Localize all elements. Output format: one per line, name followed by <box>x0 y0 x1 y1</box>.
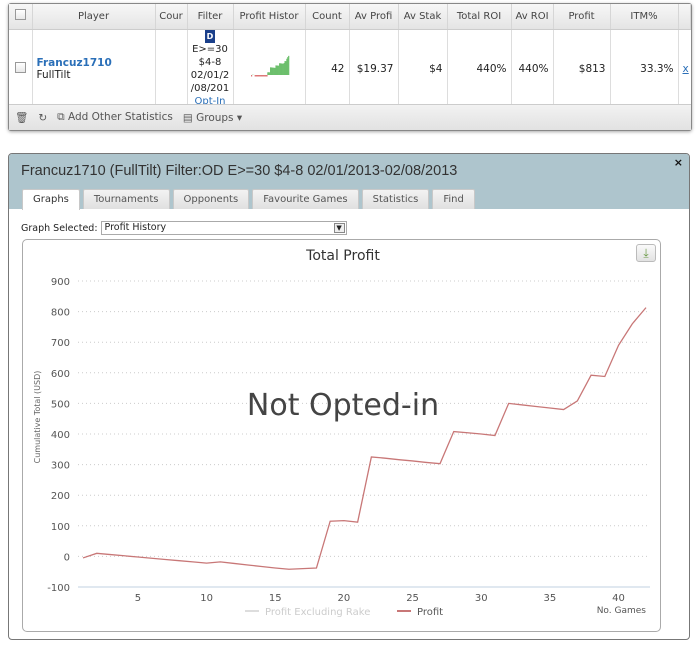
legend-label: Profit <box>417 607 443 618</box>
tab-find[interactable]: Find <box>432 189 475 209</box>
y-tick-label: 300 <box>51 461 70 472</box>
sparkline-bar <box>266 75 268 77</box>
legend-label: Profit Excluding Rake <box>265 607 370 618</box>
x-tick-label: 15 <box>269 593 282 604</box>
col-count[interactable]: Count <box>305 4 350 30</box>
panel-title: Francuz1710 (FullTilt) Filter:OD E>=30 $… <box>21 163 458 179</box>
col-profit[interactable]: Profit <box>553 4 611 30</box>
col-av-stake[interactable]: Av Stak <box>398 4 448 30</box>
x-tick-label: 35 <box>544 593 557 604</box>
filter-line: /08/201 <box>190 82 230 94</box>
x-tick-label: 10 <box>200 593 213 604</box>
caret-down-icon: ▾ <box>236 111 243 124</box>
row-checkbox[interactable] <box>9 29 33 108</box>
profit-chart: Total Profit -100 0 100 200 300 400 500 600 700 8… <box>33 248 650 618</box>
refresh-icon[interactable]: ↻ <box>38 112 47 124</box>
not-opted-in-overlay: Not Opted-in <box>247 388 439 423</box>
total-roi-cell: 440% <box>447 29 512 108</box>
col-profit-history[interactable]: Profit Histor <box>233 4 306 30</box>
graph-select[interactable]: Profit History ▼ <box>100 221 347 235</box>
y-tick-label: 900 <box>51 277 70 288</box>
y-axis-label: Cumulative Total (USD) <box>33 371 42 464</box>
av-profit-cell: $19.37 <box>349 29 399 108</box>
player-detail-panel: Francuz1710 (FullTilt) Filter:OD E>=30 $… <box>8 153 690 640</box>
y-tick-label: 600 <box>51 369 70 380</box>
profit-cell: $813 <box>553 29 611 108</box>
select-all-checkbox[interactable] <box>9 4 33 30</box>
y-tick-label: 800 <box>51 308 70 319</box>
remove-row-link[interactable]: x <box>683 63 689 75</box>
download-icon[interactable]: ⤓ <box>636 244 656 262</box>
trash-icon[interactable]: 🗑 <box>15 111 28 124</box>
y-tick-label: 500 <box>51 399 70 410</box>
groups-label: Groups <box>196 111 234 124</box>
filter-line: E>=30 <box>192 43 228 55</box>
close-icon[interactable]: × <box>674 156 683 169</box>
sparkline-bar <box>251 75 253 77</box>
series-line-profit <box>82 307 647 570</box>
y-tick-label: 100 <box>51 522 70 533</box>
chart-container: ⤓ Total Profit -100 0 100 200 300 400 500 600 70… <box>22 239 661 632</box>
y-tick-label: 400 <box>51 430 70 441</box>
col-itm[interactable]: ITM% <box>610 4 679 30</box>
sparkline-bar <box>288 55 290 75</box>
legend-item-profit[interactable]: Profit <box>397 607 443 618</box>
col-player[interactable]: Player <box>32 4 156 30</box>
av-roi-cell: 440% <box>511 29 554 108</box>
columns-icon: ⧉ <box>57 111 65 123</box>
tab-opponents[interactable]: Opponents <box>172 189 250 209</box>
filter-badge[interactable]: D <box>204 29 216 43</box>
col-av-roi[interactable]: Av ROI <box>511 4 554 30</box>
x-tick-label: 5 <box>135 593 141 604</box>
x-axis-label: No. Games <box>597 606 647 616</box>
tab-tournaments[interactable]: Tournaments <box>82 189 170 209</box>
graph-selected-label: Graph Selected: <box>21 222 98 234</box>
add-statistics-button[interactable]: ⧉ Add Other Statistics <box>57 111 173 124</box>
col-av-profit[interactable]: Av Profi <box>349 4 399 30</box>
filter-line: 02/01/2 <box>190 69 230 81</box>
add-statistics-label: Add Other Statistics <box>68 111 173 123</box>
itm-cell: 33.3% <box>610 29 679 108</box>
x-tick-label: 20 <box>338 593 351 604</box>
dropdown-arrow-icon[interactable]: ▼ <box>333 223 345 233</box>
tab-favourite-games[interactable]: Favourite Games <box>252 189 359 209</box>
y-tick-label: 700 <box>51 338 70 349</box>
table-row: Francuz1710 FullTilt D E>=30 $4-8 02/01/2… <box>9 29 691 108</box>
x-tick-label: 40 <box>612 593 625 604</box>
tab-statistics[interactable]: Statistics <box>361 189 430 209</box>
y-tick-label: 200 <box>51 491 70 502</box>
col-total-roi[interactable]: Total ROI <box>447 4 512 30</box>
player-grid: Player Cour Filter Profit Histor Count A… <box>8 3 692 131</box>
x-tick-label: 30 <box>475 593 488 604</box>
profit-sparkline <box>233 29 306 108</box>
tab-graphs[interactable]: Graphs <box>22 189 80 210</box>
grid-toolbar: 🗑 ↻ ⧉ Add Other Statistics ▤ Groups ▾ <box>9 104 691 130</box>
graph-select-value: Profit History <box>104 222 167 233</box>
col-actions <box>678 4 691 30</box>
panel-tabs: Graphs Tournaments Opponents Favourite G… <box>22 189 475 210</box>
count-cell: 42 <box>305 29 350 108</box>
chart-title: Total Profit <box>305 248 380 264</box>
country-cell <box>155 29 188 108</box>
filter-line: $4-8 <box>198 56 222 68</box>
col-country[interactable]: Cour <box>155 4 188 30</box>
player-link[interactable]: Francuz1710 <box>37 57 151 69</box>
col-filter[interactable]: Filter <box>187 4 234 30</box>
groups-button[interactable]: ▤ Groups ▾ <box>183 112 242 124</box>
legend-item-profit-excl-rake[interactable]: Profit Excluding Rake <box>245 607 370 618</box>
av-stake-cell: $4 <box>398 29 448 108</box>
y-tick-label: -100 <box>47 583 70 594</box>
player-site: FullTilt <box>36 68 71 81</box>
x-tick-label: 25 <box>406 593 419 604</box>
groups-icon: ▤ <box>182 111 193 124</box>
y-tick-label: 0 <box>64 552 70 563</box>
